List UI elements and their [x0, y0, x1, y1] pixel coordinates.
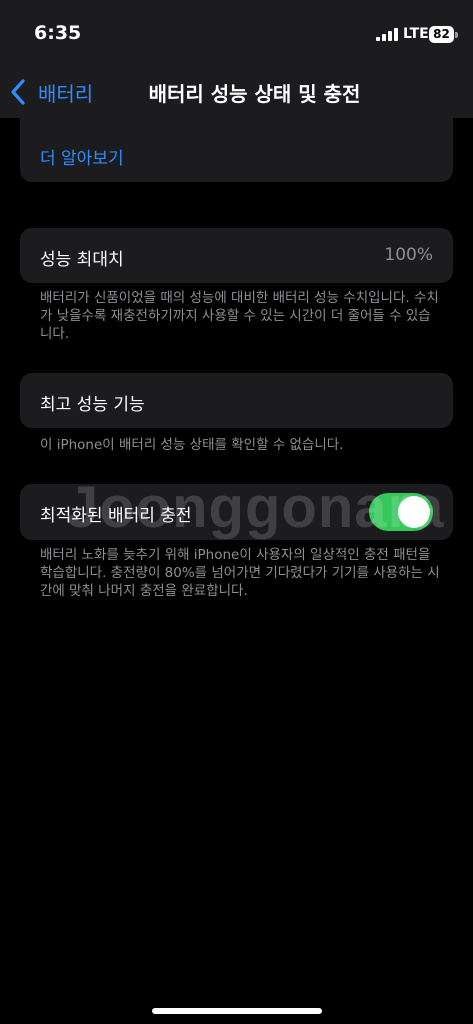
peak-performance-footnote: 이 iPhone이 배터리 성능 상태를 확인할 수 없습니다.	[40, 437, 344, 453]
optimized-charging-label: 최적화된 배터리 충전	[40, 506, 192, 526]
status-bar: 6:35 LTE 82	[0, 0, 473, 68]
peak-performance-label: 최고 성능 기능	[40, 395, 145, 415]
status-time: 6:35	[34, 22, 82, 44]
battery-nub	[455, 32, 458, 38]
optimized-charging-row: 최적화된 배터리 충전	[20, 484, 453, 540]
network-type-label: LTE	[403, 26, 429, 42]
learn-more-link[interactable]: 더 알아보기	[40, 144, 124, 169]
battery-icon: 82	[429, 26, 454, 43]
peak-capacity-row: 성능 최대치 100%	[20, 228, 453, 283]
toggle-knob	[398, 496, 430, 528]
signal-strength-icon	[376, 28, 398, 41]
peak-capacity-footnote: 배터리가 신품이었을 때의 성능에 대비한 배터리 성능 수치입니다. 수치가 …	[40, 290, 439, 342]
peak-performance-row: 최고 성능 기능	[20, 373, 453, 428]
learn-more-card: 더 알아보기	[20, 108, 453, 182]
optimized-charging-toggle[interactable]	[369, 493, 433, 531]
page-title: 배터리 성능 상태 및 충전	[148, 82, 361, 106]
peak-capacity-label: 성능 최대치	[40, 250, 124, 270]
peak-capacity-value: 100%	[384, 245, 433, 265]
optimized-charging-footnote: 배터리 노화를 늦추기 위해 iPhone이 사용자의 일상적인 충전 패턴을 …	[40, 547, 440, 599]
home-indicator[interactable]	[152, 1008, 322, 1014]
